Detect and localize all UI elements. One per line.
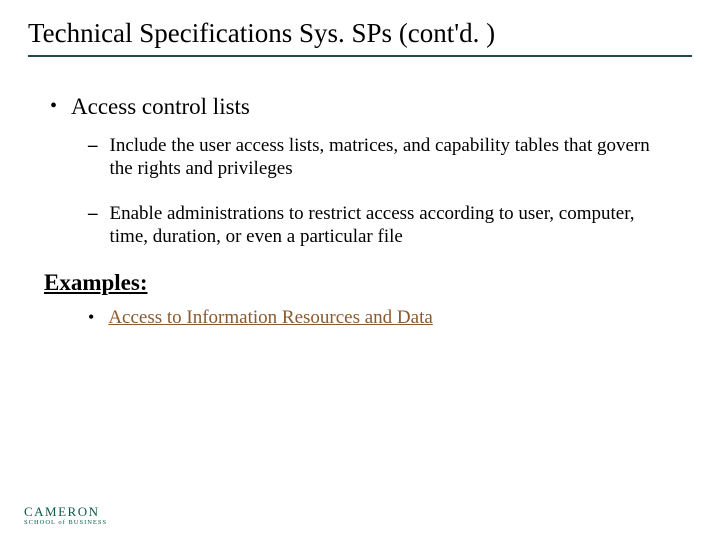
cameron-logo: CAMERON SCHOOL of BUSINESS	[24, 504, 107, 526]
bullet-level2-text: Include the user access lists, matrices,…	[110, 134, 673, 180]
example-link[interactable]: Access to Information Resources and Data	[108, 306, 432, 329]
slide-title: Technical Specifications Sys. SPs (cont'…	[28, 18, 692, 49]
bullet-level2: – Include the user access lists, matrice…	[88, 134, 672, 180]
bullet-dash-icon: –	[88, 202, 98, 225]
bullet-level1-text: Access control lists	[71, 93, 250, 120]
bullet-level2-text: Enable administrations to restrict acces…	[110, 202, 673, 248]
bullet-dot-icon: •	[88, 306, 94, 329]
bullet-level1: • Access control lists	[50, 93, 692, 120]
title-underline	[28, 55, 692, 57]
logo-main-text: CAMERON	[24, 504, 107, 520]
bullet-dot-icon: •	[50, 93, 57, 119]
logo-sub-text: SCHOOL of BUSINESS	[24, 519, 107, 526]
bullet-dash-icon: –	[88, 134, 98, 157]
examples-heading: Examples:	[44, 270, 692, 296]
bullet-level2: – Enable administrations to restrict acc…	[88, 202, 672, 248]
example-bullet: • Access to Information Resources and Da…	[88, 306, 692, 329]
